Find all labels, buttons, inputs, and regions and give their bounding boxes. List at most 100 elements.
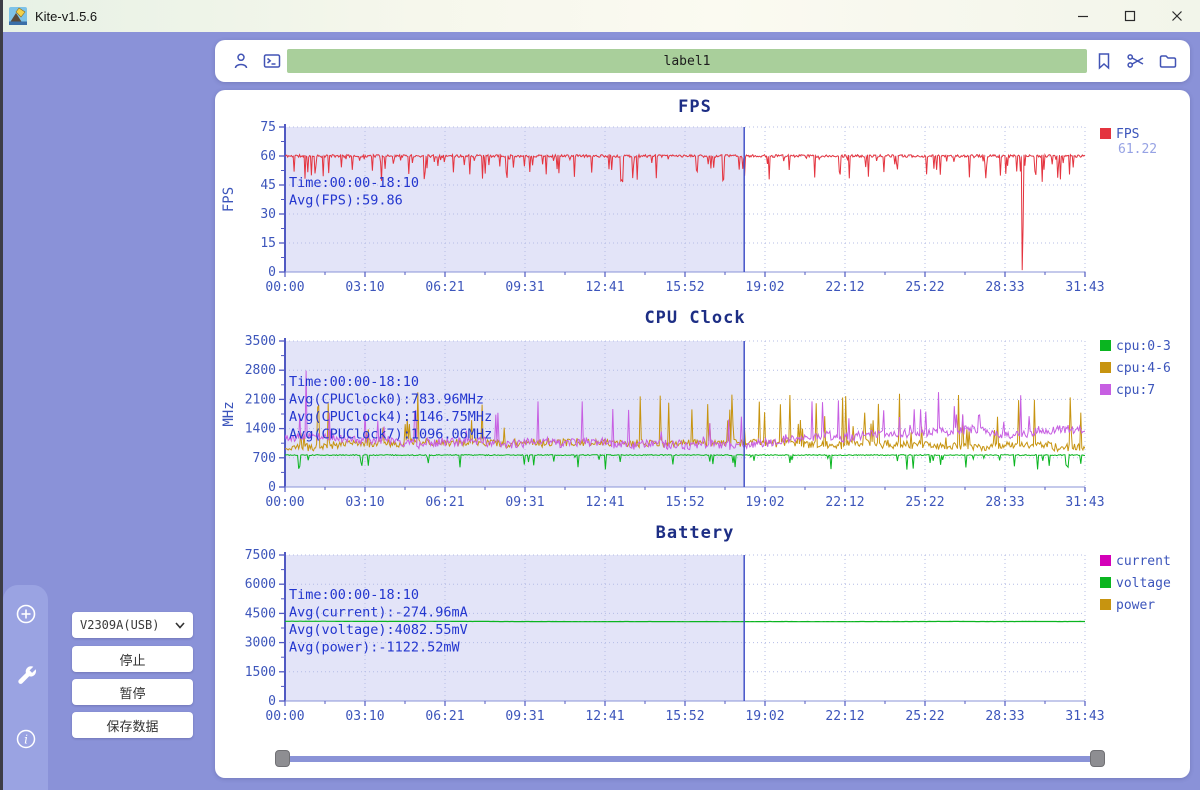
x-tick-label: 25:22 <box>905 495 944 510</box>
x-tick-label: 28:33 <box>985 709 1024 724</box>
y-tick-label: 0 <box>268 480 276 495</box>
y-tick-label: 75 <box>260 120 276 135</box>
x-tick-label: 15:52 <box>665 495 704 510</box>
y-tick-label: 60 <box>260 149 276 164</box>
pause-button[interactable]: 暂停 <box>72 679 193 705</box>
x-tick-label: 06:21 <box>425 495 464 510</box>
x-tick-label: 12:41 <box>585 495 624 510</box>
x-tick-label: 25:22 <box>905 709 944 724</box>
label-field[interactable]: label1 <box>287 49 1087 73</box>
x-tick-label: 03:10 <box>345 280 384 295</box>
label-field-text: label1 <box>664 54 711 69</box>
bookmark-button[interactable] <box>1094 51 1114 71</box>
legend-value: 61.22 <box>1118 142 1157 157</box>
maximize-icon <box>1124 10 1136 22</box>
minimize-button[interactable] <box>1059 0 1106 32</box>
add-button[interactable] <box>14 602 38 626</box>
x-tick-label: 03:10 <box>345 709 384 724</box>
overlay-stat-text: Time:00:00-18:10 <box>289 175 419 191</box>
chart-title: Battery <box>656 523 735 543</box>
overlay-stat-text: Avg(FPS):59.86 <box>289 193 403 209</box>
window-title: Kite-v1.5.6 <box>35 9 97 24</box>
x-tick-label: 28:33 <box>985 495 1024 510</box>
x-tick-label: 00:00 <box>265 280 304 295</box>
user-button[interactable] <box>231 51 251 71</box>
cut-button[interactable] <box>1126 51 1146 71</box>
open-folder-button[interactable] <box>1158 51 1178 71</box>
x-tick-label: 25:22 <box>905 280 944 295</box>
wrench-icon <box>14 664 38 688</box>
y-tick-label: 1500 <box>245 665 276 680</box>
terminal-icon <box>262 51 282 71</box>
x-tick-label: 03:10 <box>345 495 384 510</box>
y-tick-label: 7500 <box>245 548 276 563</box>
slider-handle-right[interactable] <box>1090 750 1105 767</box>
save-data-button[interactable]: 保存数据 <box>72 712 193 738</box>
legend-item: cpu:0-3 <box>1100 339 1171 354</box>
info-button[interactable]: i <box>14 727 38 751</box>
bookmark-icon <box>1094 51 1114 71</box>
x-tick-label: 15:52 <box>665 709 704 724</box>
maximize-button[interactable] <box>1106 0 1153 32</box>
x-tick-label: 00:00 <box>265 495 304 510</box>
legend-label: cpu:0-3 <box>1116 339 1171 354</box>
legend-item: voltage <box>1100 576 1171 591</box>
stop-button[interactable]: 停止 <box>72 646 193 672</box>
y-tick-label: 0 <box>268 694 276 709</box>
x-tick-label: 09:31 <box>505 280 544 295</box>
close-icon <box>1171 10 1183 22</box>
slider-track[interactable] <box>280 756 1100 762</box>
battery-chart: 0 1500 3000 4500 6000 7500 00:00 03:10 06:21 09:3… <box>245 523 1171 724</box>
minimize-icon <box>1077 10 1089 22</box>
window-left-edge <box>0 0 3 790</box>
toolbar: label1 <box>215 40 1190 82</box>
legend-label: FPS <box>1116 127 1139 142</box>
cpu-clock-chart: 0700140021002800350000:0003:1006:2109:31… <box>221 308 1171 510</box>
x-tick-label: 09:31 <box>505 495 544 510</box>
close-button[interactable] <box>1153 0 1200 32</box>
x-tick-label: 22:12 <box>825 280 864 295</box>
overlay-stat-text: Avg(current):-274.96mA <box>289 605 468 621</box>
y-tick-label: 700 <box>253 451 276 466</box>
y-tick-label: 0 <box>268 265 276 280</box>
x-tick-label: 09:31 <box>505 709 544 724</box>
svg-text:i: i <box>24 733 28 747</box>
y-tick-label: 6000 <box>245 577 276 592</box>
user-icon <box>231 51 251 71</box>
legend-label: cpu:7 <box>1116 383 1155 398</box>
overlay-stat-text: Avg(CPUClock0):783.96MHz <box>289 392 484 408</box>
x-tick-label: 15:52 <box>665 280 704 295</box>
slider-handle-left[interactable] <box>275 750 290 767</box>
legend-item: FPS61.22 <box>1100 127 1157 157</box>
x-tick-label: 28:33 <box>985 280 1024 295</box>
info-icon: i <box>15 728 37 750</box>
y-tick-label: 30 <box>260 207 276 222</box>
legend-label: current <box>1116 554 1171 569</box>
overlay-stat-text: Avg(CPUClock4):1146.75MHz <box>289 409 492 425</box>
legend-label: power <box>1116 598 1155 613</box>
x-tick-label: 19:02 <box>745 280 784 295</box>
y-axis-label: MHz <box>221 401 237 426</box>
time-range-slider[interactable] <box>275 750 1105 768</box>
charts-canvas: 0153045607500:0003:1006:2109:3112:4115:5… <box>215 90 1190 778</box>
y-tick-label: 3000 <box>245 636 276 651</box>
x-tick-label: 00:00 <box>265 709 304 724</box>
settings-button[interactable] <box>14 664 38 688</box>
x-tick-label: 19:02 <box>745 709 784 724</box>
y-tick-label: 15 <box>260 236 276 251</box>
chevron-down-icon <box>175 622 185 629</box>
titlebar: Kite-v1.5.6 <box>0 0 1200 32</box>
x-tick-label: 22:12 <box>825 495 864 510</box>
legend-label: cpu:4-6 <box>1116 361 1171 376</box>
y-tick-label: 3500 <box>245 334 276 349</box>
legend-item: cpu:4-6 <box>1100 361 1171 376</box>
device-select-value: V2309A(USB) <box>80 618 159 632</box>
x-tick-label: 06:21 <box>425 709 464 724</box>
legend-item: current <box>1100 554 1171 569</box>
device-select[interactable]: V2309A(USB) <box>72 612 193 638</box>
terminal-button[interactable] <box>262 51 282 71</box>
y-tick-label: 4500 <box>245 606 276 621</box>
chart-title: CPU Clock <box>644 308 745 328</box>
x-tick-label: 31:43 <box>1065 280 1104 295</box>
overlay-stat-text: Time:00:00-18:10 <box>289 587 419 603</box>
